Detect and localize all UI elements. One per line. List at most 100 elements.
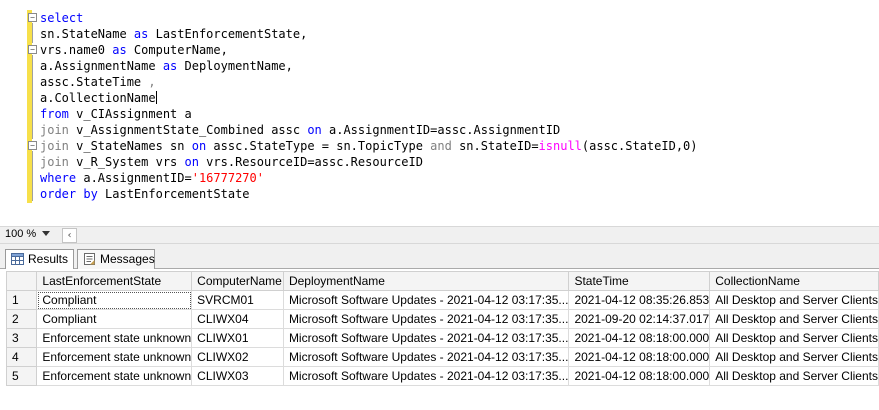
code-line[interactable]: sn.StateName as LastEnforcementState, bbox=[40, 26, 307, 42]
fold-guide bbox=[32, 23, 33, 43]
collapse-icon[interactable]: − bbox=[28, 13, 37, 22]
column-header[interactable]: ComputerName bbox=[191, 271, 284, 291]
code-text: assc.StateType = sn.TopicType bbox=[206, 139, 431, 153]
code-line[interactable]: from v_CIAssignment a bbox=[40, 106, 192, 122]
tab-results[interactable]: Results bbox=[5, 249, 74, 270]
grid-cell[interactable]: All Desktop and Server Clients bbox=[709, 328, 879, 348]
string-literal: '16777270' bbox=[191, 171, 264, 185]
grid-cell[interactable]: All Desktop and Server Clients bbox=[709, 290, 879, 310]
grid-cell[interactable]: Microsoft Software Updates - 2021-04-12 … bbox=[282, 347, 570, 367]
row-number[interactable]: 1 bbox=[5, 290, 38, 310]
column-header[interactable]: DeploymentName bbox=[282, 271, 570, 291]
collapse-icon[interactable]: − bbox=[28, 45, 37, 54]
grid-cell[interactable]: Compliant bbox=[36, 309, 193, 329]
grid-cell[interactable]: Microsoft Software Updates - 2021-04-12 … bbox=[282, 290, 570, 310]
code-line[interactable]: assc.StateTime , bbox=[40, 74, 156, 90]
code-text: DeploymentName, bbox=[177, 59, 293, 73]
grid-cell[interactable]: Compliant bbox=[36, 290, 193, 310]
code-line[interactable]: join v_R_System vrs on vrs.ResourceID=as… bbox=[40, 154, 423, 170]
grid-cell[interactable]: CLIWX03 bbox=[191, 366, 284, 386]
fold-guide bbox=[32, 55, 33, 139]
grid-cell[interactable]: All Desktop and Server Clients bbox=[709, 309, 879, 329]
keyword: join bbox=[40, 155, 69, 169]
operator: , bbox=[148, 75, 156, 89]
grid-cell[interactable]: 2021-04-12 08:18:00.000 bbox=[568, 328, 711, 348]
code-text: vrs.ResourceID=assc.ResourceID bbox=[198, 155, 423, 169]
text-caret bbox=[155, 91, 157, 104]
table-row[interactable]: 5 Enforcement state unknown CLIWX03 Micr… bbox=[5, 366, 879, 386]
code-text: a.AssignmentID= bbox=[76, 171, 192, 185]
code-line[interactable]: join v_StateNames sn on assc.StateType =… bbox=[40, 138, 698, 154]
function-name: isnull bbox=[538, 139, 582, 153]
keyword: from bbox=[40, 107, 69, 121]
grid-header-row: LastEnforcementState ComputerName Deploy… bbox=[5, 271, 879, 291]
keyword: on bbox=[184, 155, 199, 169]
grid-cell[interactable]: Microsoft Software Updates - 2021-04-12 … bbox=[282, 309, 570, 329]
grid-cell[interactable]: All Desktop and Server Clients bbox=[709, 366, 879, 386]
grid-cell[interactable]: 2021-04-12 08:18:00.000 bbox=[568, 347, 711, 367]
code-text: sn.StateName bbox=[40, 27, 134, 41]
table-row[interactable]: 1 Compliant SVRCM01 Microsoft Software U… bbox=[5, 290, 879, 310]
column-header[interactable]: LastEnforcementState bbox=[36, 271, 193, 291]
row-number[interactable]: 3 bbox=[5, 328, 38, 348]
code-line[interactable]: a.AssignmentName as DeploymentName, bbox=[40, 58, 293, 74]
grid-cell[interactable]: Enforcement state unknown bbox=[36, 328, 193, 348]
code-text: v_AssignmentState_Combined assc bbox=[68, 123, 308, 137]
grid-cell[interactable]: CLIWX02 bbox=[191, 347, 284, 367]
grid-cell[interactable]: Enforcement state unknown bbox=[36, 347, 193, 367]
results-tabs: Results Messages bbox=[0, 244, 879, 270]
code-line[interactable]: a.CollectionName bbox=[40, 90, 157, 106]
code-line[interactable]: order by LastEnforcementState bbox=[40, 186, 250, 202]
tab-label: Messages bbox=[100, 252, 155, 266]
messages-icon bbox=[84, 253, 95, 265]
code-text: v_CIAssignment a bbox=[68, 107, 192, 121]
code-text: vrs.name0 bbox=[40, 43, 113, 57]
code-text: assc.StateTime bbox=[40, 75, 149, 89]
code-text: sn.StateID= bbox=[451, 139, 539, 153]
grid-cell[interactable]: 2021-04-12 08:18:00.000 bbox=[568, 366, 711, 386]
keyword: where bbox=[40, 171, 77, 185]
keyword: join bbox=[40, 139, 69, 153]
keyword: and bbox=[430, 139, 452, 153]
grid-cell[interactable]: 2021-09-20 02:14:37.017 bbox=[568, 309, 711, 329]
keyword: on bbox=[191, 139, 207, 153]
zoom-bar: 100 % ‹ bbox=[0, 226, 879, 244]
code-line[interactable]: select bbox=[40, 10, 83, 26]
row-number[interactable]: 4 bbox=[5, 347, 38, 367]
grid-cell[interactable]: CLIWX04 bbox=[191, 309, 284, 329]
keyword: as bbox=[162, 59, 178, 73]
keyword: order by bbox=[40, 187, 98, 201]
code-line[interactable]: vrs.name0 as ComputerName, bbox=[40, 42, 228, 58]
tab-messages[interactable]: Messages bbox=[77, 249, 155, 269]
table-row[interactable]: 2 Compliant CLIWX04 Microsoft Software U… bbox=[5, 309, 879, 329]
sql-editor[interactable]: − − − select sn.StateName as LastEnforce… bbox=[0, 0, 879, 224]
row-number[interactable]: 5 bbox=[5, 366, 38, 386]
code-text: (assc.StateID,0) bbox=[581, 139, 698, 153]
editor-margin bbox=[0, 0, 27, 224]
grid-cell[interactable]: 2021-04-12 08:35:26.853 bbox=[568, 290, 711, 310]
tab-label: Results bbox=[28, 252, 69, 266]
grid-cell[interactable]: Microsoft Software Updates - 2021-04-12 … bbox=[282, 366, 570, 386]
table-row[interactable]: 4 Enforcement state unknown CLIWX02 Micr… bbox=[5, 347, 879, 367]
collapse-icon[interactable]: − bbox=[28, 141, 37, 150]
grid-cell[interactable]: All Desktop and Server Clients bbox=[709, 347, 879, 367]
column-header[interactable]: CollectionName bbox=[709, 271, 879, 291]
zoom-level[interactable]: 100 % bbox=[5, 228, 36, 240]
chevron-down-icon[interactable] bbox=[42, 231, 50, 236]
code-text: LastEnforcementState bbox=[97, 187, 250, 201]
grid-icon bbox=[11, 253, 24, 265]
row-number-header[interactable] bbox=[5, 271, 38, 291]
code-text: a.AssignmentID=assc.AssignmentID bbox=[321, 123, 561, 137]
column-header[interactable]: StateTime bbox=[568, 271, 711, 291]
code-text: v_R_System vrs bbox=[68, 155, 185, 169]
grid-cell[interactable]: CLIWX01 bbox=[191, 328, 284, 348]
code-text: a.AssignmentName bbox=[40, 59, 163, 73]
row-number[interactable]: 2 bbox=[5, 309, 38, 329]
grid-cell[interactable]: SVRCM01 bbox=[191, 290, 284, 310]
grid-cell[interactable]: Microsoft Software Updates - 2021-04-12 … bbox=[282, 328, 570, 348]
grid-cell[interactable]: Enforcement state unknown bbox=[36, 366, 193, 386]
table-row[interactable]: 3 Enforcement state unknown CLIWX01 Micr… bbox=[5, 328, 879, 348]
code-line[interactable]: join v_AssignmentState_Combined assc on … bbox=[40, 122, 560, 138]
scroll-left-icon[interactable]: ‹ bbox=[62, 228, 77, 243]
code-line[interactable]: where a.AssignmentID='16777270' bbox=[40, 170, 264, 186]
